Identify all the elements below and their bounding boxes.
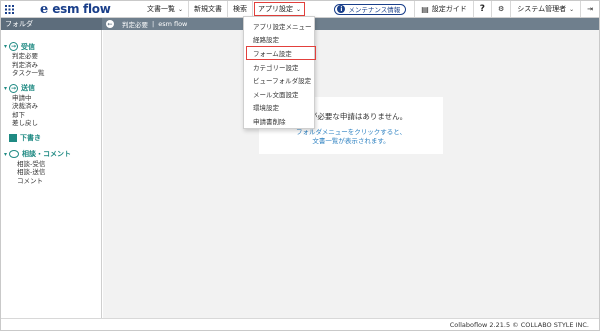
- breadcrumb-item: 判定必要: [122, 21, 148, 29]
- app-frame: e esm flow 文書一覧 ⌄ 新規文書 検索 アプリ設定 ⌄ i メンテナンス…: [0, 0, 600, 331]
- consult-section: ▾ 相談・コメント 相談-受信 相談-送信 コメント: [1, 150, 101, 185]
- admin-menu-button[interactable]: システム管理者 ⌄: [510, 1, 580, 17]
- app-logo[interactable]: e esm flow: [40, 1, 111, 17]
- maintenance-info-button[interactable]: i メンテナンス情報: [334, 3, 407, 15]
- empty-state-hint-line: 文書一覧が表示されます。: [312, 137, 390, 145]
- top-nav: 文書一覧 ⌄ 新規文書 検索 アプリ設定 ⌄: [142, 1, 306, 17]
- nav-new-document-label: 新規文書: [194, 5, 223, 13]
- admin-label: システム管理者: [517, 5, 567, 13]
- send-section: ▾ → 送信 申請中 決裁済み 却下 差し戻し: [1, 83, 101, 127]
- receive-section: ▾ → 受信 判定必要 判定済み タスク一覧: [1, 42, 101, 77]
- main-content: 確認が必要な申請はありません。 フォルダメニューをクリックすると、 文書一覧が表…: [103, 30, 599, 318]
- folder-sidebar: ▾ → 受信 判定必要 判定済み タスク一覧 ▾ → 送信 申請中 決裁済み 却…: [1, 30, 102, 318]
- app-grid-icon[interactable]: [1, 1, 18, 17]
- menu-item-mail-text-settings[interactable]: メール文面設定: [244, 87, 314, 101]
- nav-document-list[interactable]: 文書一覧 ⌄: [142, 1, 190, 17]
- logout-icon: ⇥: [587, 5, 593, 13]
- nav-search[interactable]: 検索: [228, 1, 254, 17]
- sidebar-item-draft[interactable]: ▾ 下書き: [1, 134, 101, 143]
- info-icon: i: [337, 5, 346, 13]
- logout-button[interactable]: ⇥: [580, 1, 599, 17]
- caret-down-icon: ▾: [4, 43, 8, 50]
- chevron-down-icon: ⌄: [569, 5, 575, 13]
- menu-item-category-settings[interactable]: カテゴリー設定: [244, 60, 314, 74]
- sidebar-item-consult-received[interactable]: 相談-受信: [1, 159, 101, 168]
- nav-new-document[interactable]: 新規文書: [189, 1, 229, 17]
- empty-state-hint: フォルダメニューをクリックすると、 文書一覧が表示されます。: [259, 128, 443, 146]
- breadcrumb-separator: |: [152, 20, 155, 28]
- breadcrumb: ← 判定必要 | esm flow: [102, 19, 187, 29]
- settings-guide-label: 設定ガイド: [431, 5, 467, 13]
- nav-app-settings[interactable]: アプリ設定 ⌄: [253, 1, 306, 17]
- breadcrumb-item: esm flow: [158, 20, 188, 28]
- menu-item-form-settings[interactable]: フォーム設定: [246, 46, 316, 60]
- guide-icon: ▤: [421, 4, 429, 14]
- folder-label: フォルダ: [1, 18, 102, 30]
- logo-mark: e: [40, 1, 49, 17]
- gear-button[interactable]: ⚙: [491, 1, 510, 17]
- draft-label: 下書き: [20, 134, 42, 142]
- menu-item-delete-application[interactable]: 申請書削除: [244, 114, 314, 128]
- maintenance-label: メンテナンス情報: [348, 6, 401, 14]
- sidebar-item-task-list[interactable]: タスク一覧: [1, 68, 101, 77]
- draft-icon: [9, 134, 18, 142]
- draft-section: ▾ 下書き: [1, 134, 101, 143]
- menu-item-environment-settings[interactable]: 環境設定: [244, 101, 314, 115]
- top-right-tools: i メンテナンス情報 ▤ 設定ガイド ? ⚙ システム管理者 ⌄ ⇥: [334, 1, 599, 17]
- sidebar-item-returned[interactable]: 差し戻し: [1, 118, 101, 127]
- menu-item-app-settings-menu[interactable]: アプリ設定メニュー: [244, 19, 314, 33]
- nav-document-list-label: 文書一覧: [147, 5, 175, 13]
- help-button[interactable]: ?: [472, 1, 491, 17]
- consult-section-header[interactable]: ▾ 相談・コメント: [1, 150, 101, 159]
- sidebar-item-comment[interactable]: コメント: [1, 176, 101, 185]
- caret-down-icon: ▾: [4, 150, 8, 158]
- sidebar-item-consult-sent[interactable]: 相談-送信: [1, 167, 101, 176]
- help-icon: ?: [479, 4, 486, 14]
- settings-guide-button[interactable]: ▤ 設定ガイド: [414, 1, 473, 17]
- menu-item-route-settings[interactable]: 経路設定: [244, 33, 314, 47]
- nav-app-settings-label: アプリ設定: [258, 5, 294, 13]
- nav-search-label: 検索: [233, 5, 248, 13]
- app-settings-dropdown: アプリ設定メニュー 経路設定 フォーム設定 カテゴリー設定 ビューフォルダ設定 …: [243, 16, 316, 129]
- footer: Collaboflow 2.21.5 © COLLABO STYLE INC.: [1, 318, 599, 330]
- back-arrow-icon[interactable]: ←: [106, 20, 114, 28]
- gear-icon: ⚙: [498, 5, 505, 13]
- chevron-down-icon: ⌄: [296, 5, 302, 13]
- logo-text: esm flow: [52, 2, 111, 16]
- chevron-down-icon: ⌄: [178, 5, 184, 13]
- footer-copyright: Collaboflow 2.21.5 © COLLABO STYLE INC.: [449, 321, 589, 329]
- menu-item-view-folder-settings[interactable]: ビューフォルダ設定: [244, 73, 314, 87]
- caret-down-icon: ▾: [4, 84, 8, 92]
- empty-state-hint-line: フォルダメニューをクリックすると、: [295, 128, 407, 136]
